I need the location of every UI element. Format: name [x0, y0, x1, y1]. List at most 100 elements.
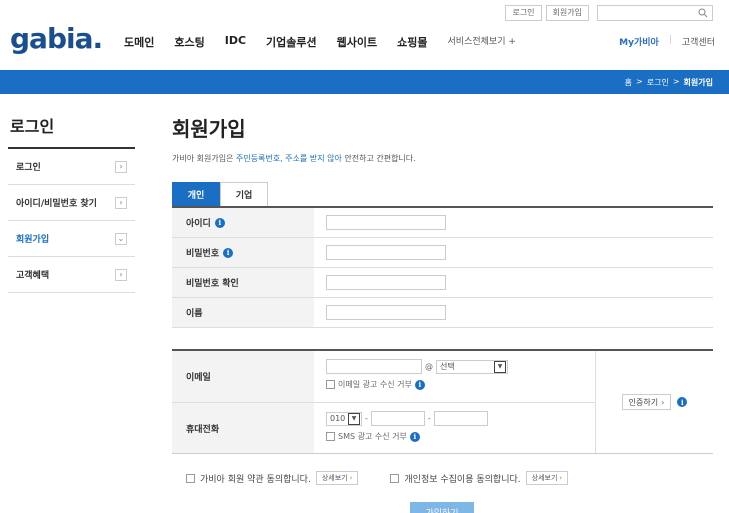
chevron-right-icon: › — [115, 268, 127, 281]
location-bar: 홈 > 로그인 > 회원가입 — [0, 70, 729, 94]
gabia-logo[interactable]: gabia. — [10, 22, 103, 55]
privacy-checkbox[interactable] — [390, 473, 400, 483]
info-icon[interactable]: i — [414, 379, 425, 390]
field-wrap — [314, 268, 713, 297]
name-input[interactable] — [326, 305, 446, 320]
header-right: My가비아 | 고객센터 — [619, 35, 715, 48]
auth-area: 인증하기 › i — [595, 351, 713, 453]
customer-center-link[interactable]: 고객센터 — [682, 35, 715, 48]
info-icon[interactable]: i — [223, 247, 234, 258]
my-gabia-link[interactable]: My가비아 — [619, 35, 659, 48]
chevron-right-icon: › — [115, 160, 127, 173]
global-nav: 도메인 호스팅 IDC 기업솔루션 웹사이트 쇼핑몰 서비스전체보기 + — [124, 34, 516, 50]
sidebar-item-label: 로그인 — [16, 163, 41, 173]
id-input[interactable] — [326, 215, 446, 230]
info-icon[interactable]: i — [214, 217, 225, 228]
password-input[interactable] — [326, 245, 446, 260]
nav-enterprise[interactable]: 기업솔루션 — [266, 34, 317, 50]
sms-optout-label: SMS 광고 수신 거부 — [338, 432, 407, 441]
breadcrumb-login[interactable]: 로그인 — [647, 77, 669, 88]
dash: - — [427, 414, 431, 423]
password-confirm-input[interactable] — [326, 275, 446, 290]
form-row-name: 이름 — [172, 298, 713, 328]
chevron-right-icon: › — [349, 474, 353, 482]
id-label: 아이디 — [186, 219, 211, 229]
sidebar-item-label: 아이디/비밀번호 찾기 — [16, 199, 97, 209]
intro-text: 가비아 회원가입은 주민등록번호, 주소를 받지 않아 안전하고 간편합니다. — [172, 153, 416, 164]
phone-middle-input[interactable] — [370, 411, 425, 426]
verify-label: 인증하기 — [628, 397, 659, 407]
nav-domain[interactable]: 도메인 — [124, 34, 154, 50]
login-link[interactable]: 로그인 — [505, 5, 542, 21]
phone-label: 휴대전화 — [172, 403, 314, 453]
sms-optout-line: SMS 광고 수신 거부 i — [326, 431, 595, 442]
field-wrap — [314, 208, 713, 237]
verify-button[interactable]: 인증하기 › — [621, 394, 672, 410]
sidebar-item-benefits[interactable]: 고객혜택 › — [8, 257, 135, 293]
nav-hosting[interactable]: 호스팅 — [174, 34, 204, 50]
at-sign: @ — [425, 362, 433, 371]
privacy-detail-button[interactable]: 상세보기 › — [525, 471, 569, 485]
field-wrap: 010 ▼ - - SMS 광고 수신 거부 i — [314, 403, 595, 453]
sidebar-item-label: 회원가입 — [16, 235, 50, 245]
breadcrumb-home[interactable]: 홈 — [625, 77, 632, 88]
email-domain-select[interactable]: 선택 ▼ — [436, 359, 508, 374]
password-label: 비밀번호 — [186, 249, 220, 259]
detail-label: 상세보기 — [321, 474, 348, 482]
signup-link[interactable]: 회원가입 — [545, 5, 589, 21]
member-type-tabs: 개인 기업 — [172, 182, 268, 206]
email-label: 이메일 — [172, 351, 314, 402]
terms-checkbox[interactable] — [186, 473, 195, 483]
phone-last-input[interactable] — [433, 411, 488, 426]
field-wrap: @ 선택 ▼ 이메일 광고 수신 거부 i — [314, 351, 595, 402]
sidebar-menu: 로그인 › 아이디/비밀번호 찾기 › 회원가입 ⌄ 고객혜택 › — [8, 147, 135, 293]
tab-personal[interactable]: 개인 — [172, 182, 220, 206]
field-label: 비밀번호 i — [172, 238, 314, 267]
breadcrumb-sep: > — [636, 77, 643, 86]
phone-prefix-select[interactable]: 010 ▼ — [326, 411, 362, 426]
signup-submit-button[interactable]: 가입하기 — [410, 502, 474, 513]
privacy-label: 개인정보 수집이용 동의합니다. — [404, 474, 521, 485]
field-wrap — [314, 298, 713, 327]
nav-all-services[interactable]: 서비스전체보기 + — [448, 34, 516, 50]
sidebar-item-find-account[interactable]: 아이디/비밀번호 찾기 › — [8, 185, 135, 221]
search-icon[interactable] — [698, 8, 708, 18]
terms-detail-button[interactable]: 상세보기 › — [315, 471, 359, 485]
detail-label: 상세보기 — [531, 474, 558, 482]
sidebar-item-login[interactable]: 로그인 › — [8, 149, 135, 185]
search-input[interactable] — [597, 5, 713, 21]
info-icon[interactable]: i — [409, 431, 420, 442]
sidebar-item-signup[interactable]: 회원가입 ⌄ — [8, 221, 135, 257]
chevron-down-icon: ⌄ — [115, 232, 127, 245]
sidebar-title: 로그인 — [10, 117, 55, 136]
nav-idc[interactable]: IDC — [225, 34, 246, 50]
select-value: 010 — [330, 414, 346, 423]
page-title: 회원가입 — [172, 117, 246, 141]
agreement-row: 가비아 회원 약관 동의합니다. 상세보기 › 개인정보 수집이용 동의합니다. … — [186, 471, 569, 485]
field-label: 비밀번호 확인 — [172, 268, 314, 297]
divider: | — [668, 35, 672, 45]
chevron-right-icon: › — [559, 474, 563, 482]
terms-label: 가비아 회원 약관 동의합니다. — [200, 474, 311, 485]
field-label: 이름 — [172, 298, 314, 327]
info-icon[interactable]: i — [677, 397, 688, 407]
tab-business[interactable]: 기업 — [220, 182, 268, 206]
breadcrumb-sep: > — [672, 77, 680, 86]
chevron-right-icon: › — [661, 397, 665, 407]
password-confirm-label: 비밀번호 확인 — [186, 279, 239, 289]
nav-shopping[interactable]: 쇼핑몰 — [397, 34, 427, 50]
form-row-phone: 휴대전화 010 ▼ - - SMS 광고 수신 거부 i — [172, 403, 595, 453]
select-value: 선택 — [440, 362, 455, 371]
email-id-input[interactable] — [326, 359, 422, 374]
name-label: 이름 — [186, 309, 203, 319]
email-optout-label: 이메일 광고 수신 거부 — [338, 380, 412, 389]
intro-post: 안전하고 간편합니다. — [341, 154, 416, 163]
contact-fields: 이메일 @ 선택 ▼ 이메일 광고 수신 거부 i 휴대전화 010 ▼ - -… — [172, 351, 595, 453]
sms-optout-checkbox[interactable] — [326, 432, 335, 441]
dash: - — [365, 414, 368, 423]
email-optout-checkbox[interactable] — [326, 380, 335, 389]
utility-bar: 로그인 회원가입 — [505, 5, 713, 21]
nav-website[interactable]: 웹사이트 — [337, 34, 377, 50]
intro-pre: 가비아 회원가입은 — [172, 154, 236, 163]
form-row-password-confirm: 비밀번호 확인 — [172, 268, 713, 298]
